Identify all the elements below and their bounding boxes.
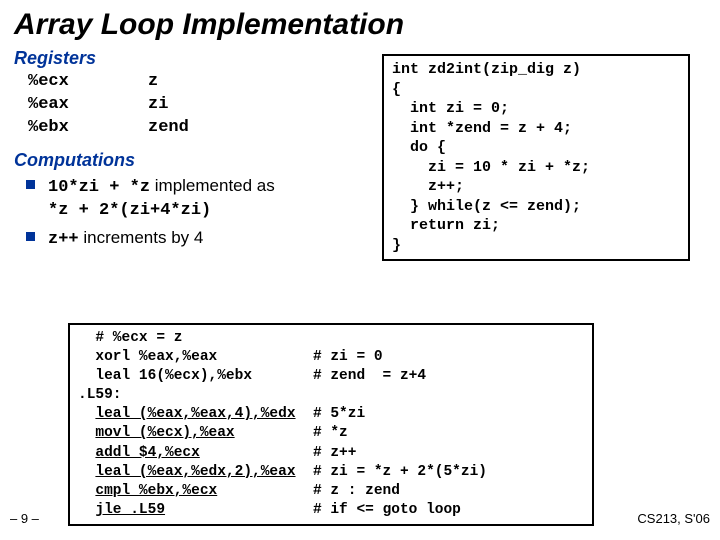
slide-title: Array Loop Implementation	[14, 8, 706, 42]
text-span: implemented as	[150, 176, 275, 195]
reg-var: z	[148, 71, 158, 94]
c-code-box: int zd2int(zip_dig z) { int zi = 0; int …	[382, 54, 690, 261]
reg-name: %eax	[28, 94, 148, 117]
code-span: 10*zi + *z	[48, 178, 150, 197]
code-span: *z + 2*(zi+4*zi)	[48, 201, 211, 220]
reg-var: zi	[148, 94, 168, 117]
page-number: – 9 –	[10, 511, 39, 526]
course-label: CS213, S'06	[637, 511, 710, 526]
assembly-box: # %ecx = z xorl %eax,%eax # zi = 0 leal …	[68, 323, 594, 526]
reg-var: zend	[148, 117, 189, 140]
text-span: increments by 4	[79, 228, 204, 247]
code-span: z++	[48, 230, 79, 249]
reg-name: %ebx	[28, 117, 148, 140]
reg-name: %ecx	[28, 71, 148, 94]
